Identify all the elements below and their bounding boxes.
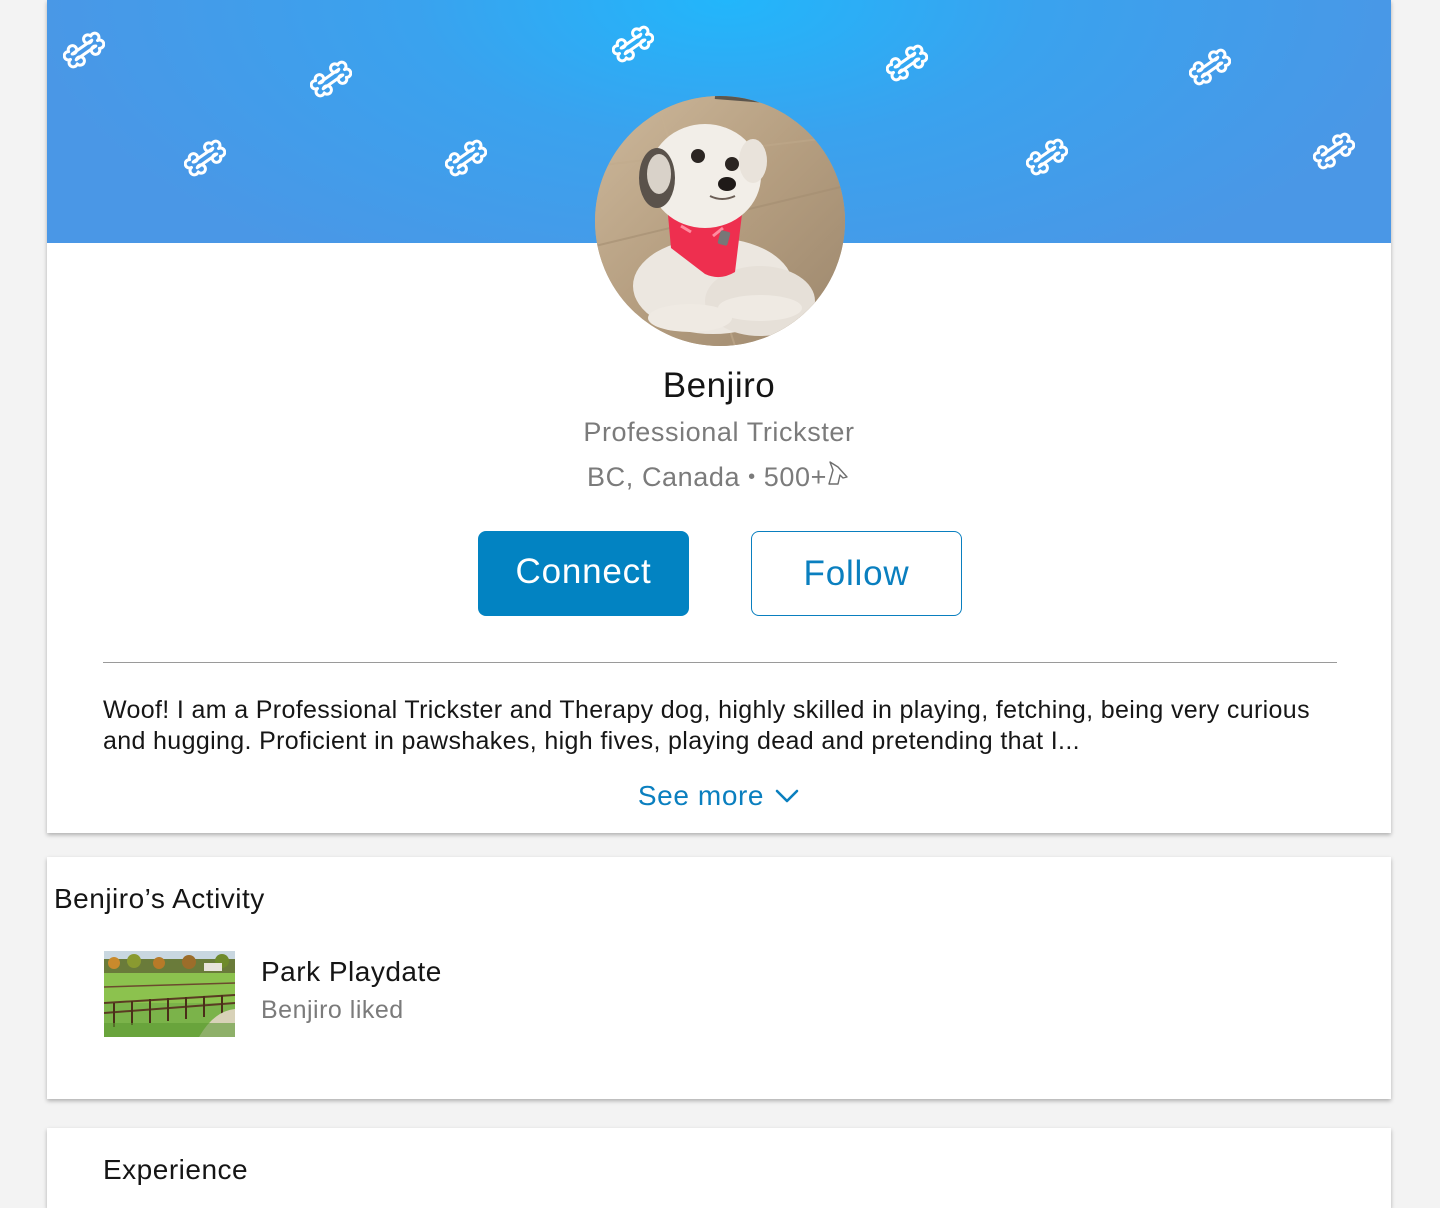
- park-image: [104, 951, 235, 1037]
- see-more-button[interactable]: See more: [47, 780, 1391, 812]
- experience-section-title: Experience: [103, 1154, 249, 1185]
- bone-icon: [63, 29, 105, 71]
- follow-button[interactable]: Follow: [751, 531, 962, 616]
- profile-card: Benjiro Professional Trickster BC, Canad…: [47, 0, 1391, 833]
- dog-head-icon: [828, 460, 848, 485]
- bone-icon: [445, 137, 487, 179]
- about-text: Woof! I am a Professional Trickster and …: [103, 696, 1310, 755]
- section-divider: [103, 662, 1337, 663]
- profile-avatar[interactable]: [595, 96, 845, 346]
- bone-icon: [184, 137, 226, 179]
- profile-name: Benjiro: [662, 366, 776, 405]
- connections-count-text: 500+: [763, 462, 827, 492]
- connections-count[interactable]: 500+: [763, 460, 851, 493]
- bone-icon: [310, 58, 352, 100]
- bone-icon: [1189, 46, 1231, 88]
- bone-icon: [612, 23, 654, 65]
- activity-item-subtitle: Benjiro liked: [261, 996, 404, 1024]
- chevron-down-icon: [775, 789, 799, 803]
- bone-icon: [886, 42, 928, 84]
- bone-icon: [1313, 130, 1355, 172]
- profile-headline: Professional Trickster: [583, 417, 855, 447]
- park-thumbnail[interactable]: [104, 951, 235, 1037]
- activity-item-title[interactable]: Park Playdate: [261, 956, 442, 988]
- dog-photo: [595, 96, 845, 346]
- see-more-label: See more: [637, 780, 765, 811]
- profile-location: BC, Canada: [587, 462, 741, 492]
- connect-button[interactable]: Connect: [478, 531, 689, 616]
- activity-section-title: Benjiro’s Activity: [54, 883, 265, 914]
- bone-icon: [1026, 136, 1068, 178]
- experience-card: Experience: [47, 1128, 1391, 1208]
- profile-meta: BC, Canada • 500+: [47, 460, 1391, 493]
- meta-separator: •: [748, 466, 756, 488]
